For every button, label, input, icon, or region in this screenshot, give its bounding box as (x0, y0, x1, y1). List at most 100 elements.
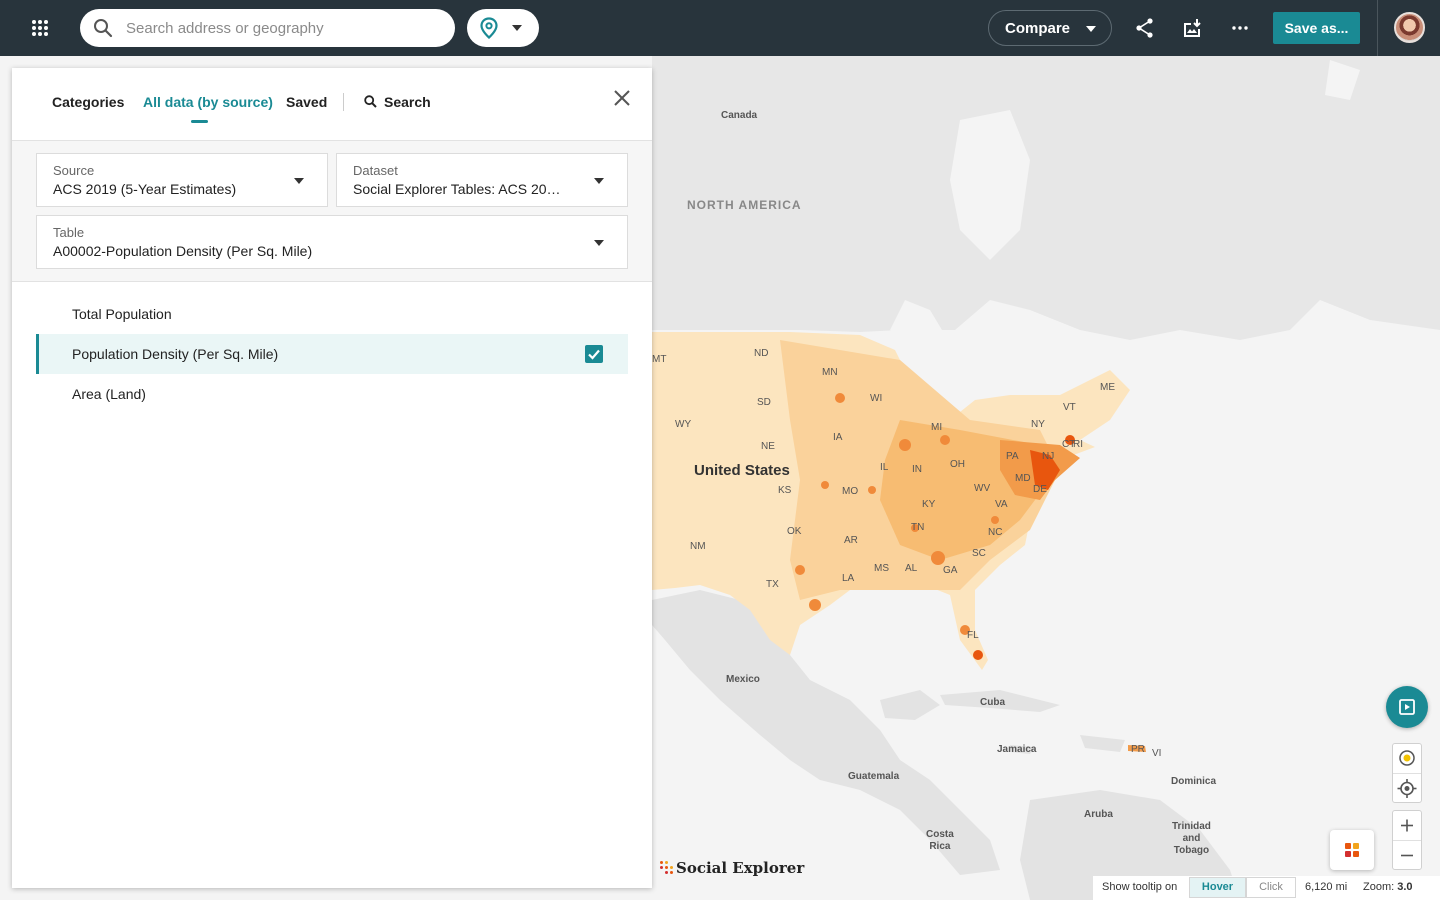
variable-list: Total Population Population Density (Per… (36, 294, 628, 414)
location-dropdown-button[interactable] (467, 9, 539, 47)
state-label-nj: NJ (1042, 451, 1055, 462)
state-label-sc: SC (972, 548, 986, 559)
state-label-mn: MN (822, 367, 838, 378)
logo-dots-icon (660, 861, 674, 875)
tab-saved[interactable]: Saved (286, 94, 327, 110)
my-location-button[interactable] (1393, 773, 1421, 802)
data-selectors: Source ACS 2019 (5-Year Estimates) Datas… (12, 141, 652, 282)
map-scale: 6,120 mi (1305, 881, 1348, 893)
search-icon (94, 19, 113, 38)
share-icon[interactable] (1133, 16, 1157, 40)
legend-grid-icon (1345, 843, 1359, 857)
tab-all-data[interactable]: All data (by source) (143, 94, 273, 110)
state-label-il: IL (880, 462, 889, 473)
table-dropdown[interactable]: Table A00002-Population Density (Per Sq.… (36, 215, 628, 269)
state-label-nm: NM (690, 541, 706, 552)
user-avatar[interactable] (1394, 12, 1425, 43)
location-controls (1392, 743, 1422, 803)
state-label-fl: FL (967, 630, 979, 641)
source-value: ACS 2019 (5-Year Estimates) (53, 181, 237, 197)
map-label-mexico: Mexico (726, 674, 760, 685)
variable-label: Total Population (72, 306, 172, 322)
crosshair-icon (1397, 779, 1417, 798)
variable-label: Area (Land) (72, 386, 146, 402)
tooltip-click-toggle[interactable]: Click (1246, 877, 1296, 898)
plus-icon (1401, 819, 1413, 832)
top-bar: Compare Save as... (0, 0, 1440, 56)
data-browser-panel: Categories All data (by source) Saved Se… (12, 68, 652, 888)
tooltip-hover-toggle[interactable]: Hover (1189, 877, 1246, 898)
map-status-bar: Show tooltip on Hover Click 6,120 mi Zoo… (1093, 876, 1440, 900)
state-label-ia: IA (833, 432, 843, 443)
close-icon[interactable] (612, 88, 632, 108)
minus-icon (1401, 854, 1413, 857)
state-label-pa: PA (1006, 451, 1019, 462)
zoom-out-button[interactable] (1393, 840, 1421, 869)
variable-item-total-population[interactable]: Total Population (36, 294, 628, 334)
state-label-ri: RI (1073, 439, 1083, 450)
geography-search-input[interactable] (126, 9, 436, 47)
state-label-vt: VT (1063, 402, 1076, 413)
tab-search[interactable]: Search (364, 94, 431, 110)
map-label-guatemala: Guatemala (848, 771, 900, 782)
state-label-ky: KY (922, 499, 936, 510)
state-label-ms: MS (874, 563, 889, 574)
state-label-nd: ND (754, 348, 769, 359)
legend-button[interactable] (1330, 830, 1374, 870)
search-icon (364, 95, 377, 108)
presentation-button[interactable] (1386, 686, 1428, 728)
map-label-aruba: Aruba (1084, 809, 1113, 820)
state-label-mt: MT (652, 354, 667, 365)
dataset-value: Social Explorer Tables: ACS 20… (353, 181, 561, 197)
tab-search-label: Search (384, 94, 431, 110)
active-tab-indicator (191, 120, 208, 123)
tab-categories[interactable]: Categories (52, 94, 124, 110)
zoom-controls (1392, 810, 1422, 870)
source-label: Source (53, 163, 95, 178)
apps-grid-icon[interactable] (22, 10, 58, 46)
state-label-mi: MI (931, 422, 943, 433)
state-label-me: ME (1100, 382, 1115, 393)
source-dropdown[interactable]: Source ACS 2019 (5-Year Estimates) (36, 153, 328, 207)
state-label-ny: NY (1031, 419, 1045, 430)
dataset-label: Dataset (353, 163, 398, 178)
map-label-vi: VI (1152, 748, 1162, 759)
state-label-tn: TN (911, 522, 925, 533)
chevron-down-icon (594, 178, 604, 184)
map-label-north-america: NORTH AMERICA (687, 198, 802, 212)
state-label-de: DE (1033, 484, 1047, 495)
marker-icon (1399, 750, 1415, 766)
map-label-pr: PR (1131, 744, 1145, 755)
map-label-trinidad: Trinidad and Tobago (1172, 821, 1211, 856)
table-value: A00002-Population Density (Per Sq. Mile) (53, 243, 313, 259)
map-label-canada: Canada (721, 110, 758, 121)
state-label-ar: AR (844, 535, 858, 546)
divider (1377, 0, 1378, 56)
map-label-cuba: Cuba (980, 697, 1005, 708)
state-label-sd: SD (757, 397, 771, 408)
save-as-button[interactable]: Save as... (1273, 12, 1360, 44)
place-marker-button[interactable] (1393, 744, 1421, 773)
checkbox-checked-icon[interactable] (585, 345, 603, 363)
state-label-mo: MO (842, 486, 859, 497)
dataset-dropdown[interactable]: Dataset Social Explorer Tables: ACS 20… (336, 153, 628, 207)
more-options-icon[interactable] (1228, 16, 1252, 40)
state-label-nc: NC (988, 527, 1003, 538)
state-label-al: AL (905, 563, 918, 574)
zoom-in-button[interactable] (1393, 811, 1421, 840)
state-label-la: LA (842, 573, 855, 584)
table-label: Table (53, 225, 85, 240)
chevron-down-icon (594, 240, 604, 246)
state-label-wi: WI (870, 393, 883, 404)
tab-divider (343, 93, 344, 111)
state-label-va: VA (995, 499, 1008, 510)
zoom-value: 3.0 (1397, 881, 1413, 893)
zoom-readout: Zoom: 3.0 (1363, 881, 1413, 893)
compare-button[interactable]: Compare (988, 10, 1112, 46)
variable-item-area-land[interactable]: Area (Land) (36, 374, 628, 414)
map-label-united-states: United States (694, 462, 790, 479)
map-label-costa-rica: Costa Rica (926, 829, 954, 852)
state-label-wy: WY (675, 419, 692, 430)
variable-item-population-density[interactable]: Population Density (Per Sq. Mile) (36, 334, 628, 374)
export-image-icon[interactable] (1180, 16, 1204, 40)
